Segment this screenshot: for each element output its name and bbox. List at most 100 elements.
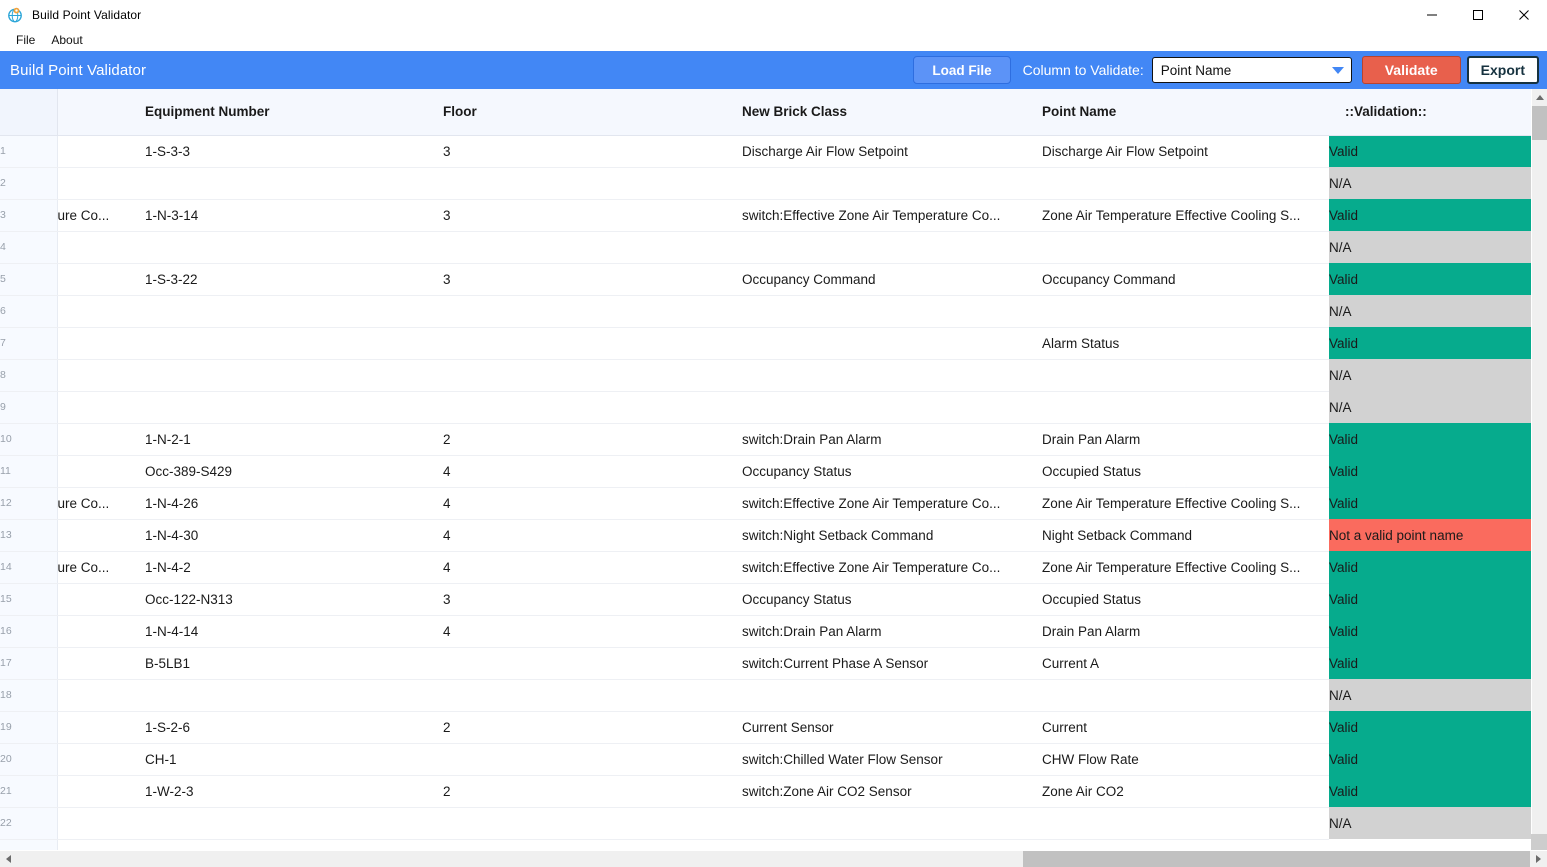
table-row[interactable]: 8 N/A bbox=[0, 359, 1531, 392]
table-row[interactable]: 5 1-S-3-22 3 Occupancy Command Occupancy Com… bbox=[0, 263, 1531, 296]
menu-item-file[interactable]: File bbox=[8, 30, 43, 51]
vertical-scrollbar[interactable] bbox=[1531, 89, 1547, 850]
equipment-number-cell: 1-S-2-6 bbox=[145, 711, 443, 744]
floor-cell: 4 bbox=[443, 487, 742, 520]
row-number-cell: 16 bbox=[0, 615, 58, 648]
new-brick-class-cell bbox=[742, 327, 1042, 360]
table-row[interactable]: 22 N/A bbox=[0, 807, 1531, 840]
table-row[interactable]: 18 N/A bbox=[0, 679, 1531, 712]
column-header-rownum[interactable] bbox=[0, 89, 58, 136]
row-number-cell: 5 bbox=[0, 263, 58, 296]
table-row[interactable]: 2 N/A bbox=[0, 167, 1531, 200]
table-row[interactable]: 19 1-S-2-6 2 Current Sensor Current Valid bbox=[0, 711, 1531, 744]
table-row[interactable]: 12 ure Co... 1-N-4-26 4 switch:Effective Zon… bbox=[0, 487, 1531, 520]
validation-status-badge: Valid bbox=[1329, 455, 1531, 487]
column-to-validate-select[interactable]: Point Name bbox=[1151, 57, 1352, 83]
column-header-clipped[interactable] bbox=[57, 89, 145, 136]
maximize-button[interactable] bbox=[1455, 0, 1501, 30]
point-name-cell bbox=[1042, 231, 1329, 264]
close-button[interactable] bbox=[1501, 0, 1547, 30]
column-header-equipment-number[interactable]: Equipment Number bbox=[145, 89, 443, 136]
floor-cell bbox=[443, 647, 742, 680]
column-to-validate-label: Column to Validate: bbox=[1022, 62, 1144, 78]
new-brick-class-cell bbox=[742, 359, 1042, 392]
validation-status-badge: Not a valid point name bbox=[1329, 519, 1531, 551]
table-row[interactable]: 10 1-N-2-1 2 switch:Drain Pan Alarm Drain Pa… bbox=[0, 423, 1531, 456]
floor-cell: 4 bbox=[443, 551, 742, 584]
row-number-cell: 9 bbox=[0, 391, 58, 424]
table-row[interactable]: 17 B-5LB1 switch:Current Phase A Sensor Cur… bbox=[0, 647, 1531, 680]
table-row[interactable]: 3 ure Co... 1-N-3-14 3 switch:Effective Zone… bbox=[0, 199, 1531, 232]
minimize-button[interactable] bbox=[1409, 0, 1455, 30]
row-number-cell: 4 bbox=[0, 231, 58, 264]
point-name-cell: CHW Flow Rate bbox=[1042, 743, 1329, 776]
table-row[interactable]: 4 N/A bbox=[0, 231, 1531, 264]
column-header-point-name[interactable]: Point Name bbox=[1042, 89, 1329, 136]
new-brick-class-cell: Current Sensor bbox=[742, 711, 1042, 744]
horizontal-scrollbar[interactable] bbox=[0, 851, 1547, 867]
clipped-column-cell bbox=[57, 519, 145, 552]
table-row[interactable]: 13 1-N-4-30 4 switch:Night Setback Command N… bbox=[0, 519, 1531, 552]
point-name-cell: Zone Air CO2 bbox=[1042, 775, 1329, 808]
floor-cell: 3 bbox=[443, 263, 742, 296]
table-row[interactable]: 21 1-W-2-3 2 switch:Zone Air CO2 Sensor Zone… bbox=[0, 775, 1531, 808]
new-brick-class-cell: switch:Effective Zone Air Temperature Co… bbox=[742, 551, 1042, 584]
table-row[interactable] bbox=[0, 839, 1531, 850]
row-number-cell: 15 bbox=[0, 583, 58, 616]
new-brick-class-cell bbox=[742, 167, 1042, 200]
new-brick-class-cell: switch:Drain Pan Alarm bbox=[742, 423, 1042, 456]
equipment-number-cell bbox=[145, 231, 443, 264]
floor-cell: 4 bbox=[443, 455, 742, 488]
column-header-new-brick-class[interactable]: New Brick Class bbox=[742, 89, 1042, 136]
new-brick-class-cell bbox=[742, 839, 1042, 850]
equipment-number-cell: 1-N-3-14 bbox=[145, 199, 443, 232]
point-name-cell: Drain Pan Alarm bbox=[1042, 615, 1329, 648]
load-file-button[interactable]: Load File bbox=[913, 56, 1011, 84]
column-header-floor[interactable]: Floor bbox=[443, 89, 742, 136]
scrollbar-corner bbox=[1531, 834, 1547, 850]
clipped-column-cell bbox=[57, 263, 145, 296]
validation-status-badge: Valid bbox=[1329, 487, 1531, 519]
new-brick-class-cell bbox=[742, 231, 1042, 264]
table-row[interactable]: 6 N/A bbox=[0, 295, 1531, 328]
scroll-up-icon[interactable] bbox=[1532, 89, 1547, 106]
clipped-column-cell bbox=[57, 807, 145, 840]
equipment-number-cell bbox=[145, 295, 443, 328]
table-area: Equipment Number Floor New Brick Class P… bbox=[0, 89, 1547, 866]
point-name-cell bbox=[1042, 807, 1329, 840]
validate-button[interactable]: Validate bbox=[1361, 56, 1461, 84]
new-brick-class-cell bbox=[742, 807, 1042, 840]
new-brick-class-cell bbox=[742, 679, 1042, 712]
point-name-cell: Current A bbox=[1042, 647, 1329, 680]
table-row[interactable]: 20 CH-1 switch:Chilled Water Flow Sensor CH… bbox=[0, 743, 1531, 776]
point-name-cell: Current bbox=[1042, 711, 1329, 744]
equipment-number-cell bbox=[145, 839, 443, 850]
window-title: Build Point Validator bbox=[32, 8, 142, 22]
scroll-left-icon[interactable] bbox=[0, 851, 17, 867]
table-row[interactable]: 7 Alarm Status Valid bbox=[0, 327, 1531, 360]
row-number-cell: 20 bbox=[0, 743, 58, 776]
window-controls bbox=[1409, 0, 1547, 30]
clipped-column-cell: ure Co... bbox=[57, 487, 145, 520]
horizontal-scrollbar-thumb[interactable] bbox=[1023, 851, 1530, 867]
table-row[interactable]: 16 1-N-4-14 4 switch:Drain Pan Alarm Drain P… bbox=[0, 615, 1531, 648]
column-header-validation[interactable]: ::Validation:: bbox=[1329, 89, 1531, 136]
table-row[interactable]: 14 ure Co... 1-N-4-2 4 switch:Effective Zone… bbox=[0, 551, 1531, 584]
table-row[interactable]: 9 N/A bbox=[0, 391, 1531, 424]
export-button[interactable]: Export bbox=[1466, 56, 1539, 84]
floor-cell bbox=[443, 839, 742, 850]
table-row[interactable]: 1 1-S-3-3 3 Discharge Air Flow Setpoint Disc… bbox=[0, 135, 1531, 168]
vertical-scrollbar-thumb[interactable] bbox=[1532, 106, 1547, 140]
app-header-toolbar: Load File Column to Validate: Point Name… bbox=[913, 56, 1539, 84]
menu-item-about[interactable]: About bbox=[43, 30, 90, 51]
scroll-right-icon[interactable] bbox=[1530, 851, 1547, 867]
horizontal-scrollbar-track[interactable] bbox=[17, 851, 1530, 867]
validation-status-badge: Valid bbox=[1329, 423, 1531, 455]
validation-status-badge: Valid bbox=[1329, 615, 1531, 647]
clipped-column-cell bbox=[57, 743, 145, 776]
validation-status-badge: N/A bbox=[1329, 167, 1531, 199]
table-row[interactable]: 11 Occ-389-S429 4 Occupancy Status Occupied … bbox=[0, 455, 1531, 488]
table-row[interactable]: 15 Occ-122-N313 3 Occupancy Status Occupied … bbox=[0, 583, 1531, 616]
clipped-column-cell bbox=[57, 583, 145, 616]
new-brick-class-cell bbox=[742, 391, 1042, 424]
